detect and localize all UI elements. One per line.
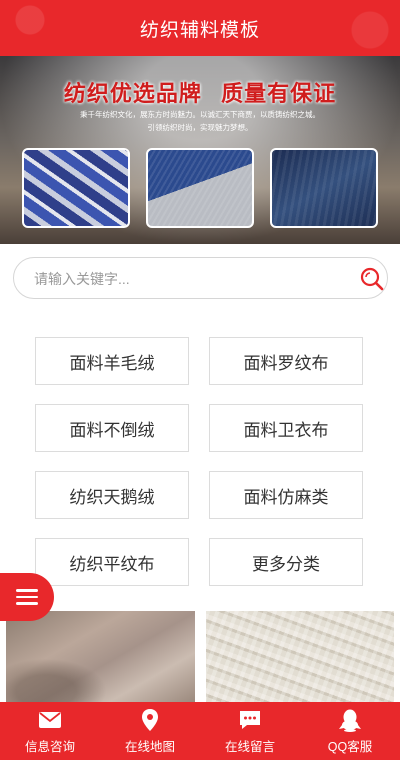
category-button[interactable]: 面料不倒绒 (35, 404, 189, 452)
fabric-swatch-plaid (22, 148, 130, 228)
search-bar (13, 257, 388, 299)
bottom-tab-bar: 信息咨询 在线地图 在线留言 QQ客服 (0, 702, 400, 760)
category-button[interactable]: 面料罗纹布 (209, 337, 363, 385)
page-title: 纺织辅料模板 (139, 19, 260, 41)
map-pin-icon (142, 708, 158, 731)
tab-label: QQ客服 (327, 739, 373, 754)
hamburger-icon (16, 589, 38, 605)
qq-penguin-icon (339, 709, 361, 732)
tab-label: 在线地图 (124, 739, 175, 754)
more-categories-button[interactable]: 更多分类 (209, 538, 363, 586)
tab-label: 信息咨询 (24, 739, 75, 754)
banner-subtext-line1: 秉千年纺织文化，展东方时尚魅力。以诚汇天下商贾，以质铸纺织之城。 (80, 110, 320, 119)
hero-banner[interactable]: 纺织优选品牌 质量有保证 秉千年纺织文化，展东方时尚魅力。以诚汇天下商贾，以质铸… (0, 56, 400, 244)
category-button[interactable]: 纺织天鹅绒 (35, 471, 189, 519)
menu-toggle-button[interactable] (0, 573, 54, 621)
banner-heading-right: 质量有保证 (221, 81, 337, 106)
page-header: 纺织辅料模板 (0, 0, 400, 56)
tab-online-map[interactable]: 在线地图 (100, 702, 200, 760)
category-button[interactable]: 面料仿麻类 (209, 471, 363, 519)
banner-subtext-line2: 引领纺织时尚，实现魅力梦想。 (147, 123, 253, 132)
chat-icon (240, 710, 260, 729)
category-button[interactable]: 纺织平纹布 (35, 538, 189, 586)
search-input[interactable] (34, 268, 334, 290)
tab-qq-service[interactable]: QQ客服 (300, 702, 400, 760)
product-image[interactable] (6, 611, 195, 703)
fabric-swatch-twill (146, 148, 254, 228)
category-button[interactable]: 面料羊毛绒 (35, 337, 189, 385)
tab-label: 在线留言 (224, 739, 275, 754)
tab-info-consult[interactable]: 信息咨询 (0, 702, 100, 760)
banner-heading-left: 纺织优选品牌 (63, 81, 202, 106)
banner-heading: 纺织优选品牌 质量有保证 (0, 76, 400, 108)
tab-online-message[interactable]: 在线留言 (200, 702, 300, 760)
mail-icon (39, 711, 61, 728)
category-button[interactable]: 面料卫衣布 (209, 404, 363, 452)
fabric-swatch-denim (270, 148, 378, 228)
product-image[interactable] (206, 611, 394, 703)
search-icon[interactable] (359, 266, 385, 292)
banner-subtext: 秉千年纺织文化，展东方时尚魅力。以诚汇天下商贾，以质铸纺织之城。 引领纺织时尚，… (0, 108, 400, 134)
